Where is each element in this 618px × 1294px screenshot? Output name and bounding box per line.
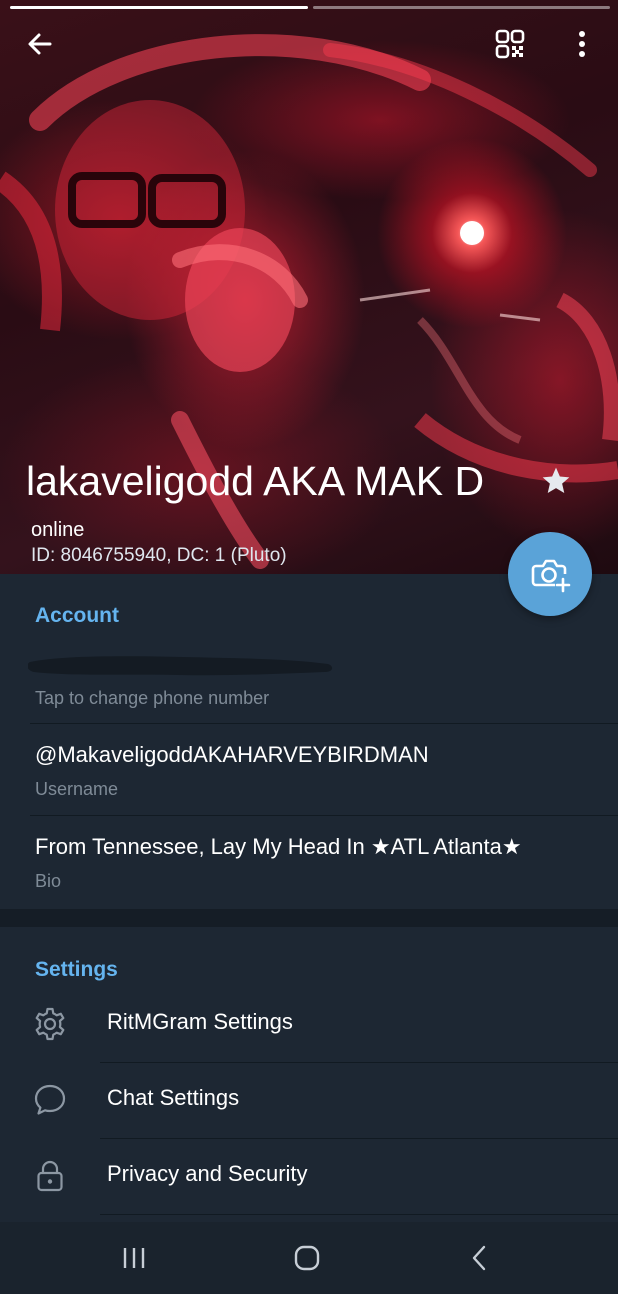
settings-item-privacy[interactable]: Privacy and Security [0,1138,618,1214]
settings-section-title: Settings [35,958,118,981]
settings-item-label: Chat Settings [107,1085,240,1110]
phone-hint: Tap to change phone number [35,688,270,708]
arrow-left-icon [28,33,52,55]
divider [30,723,618,724]
more-options-button[interactable] [562,24,602,64]
settings-item-label: Privacy and Security [107,1161,308,1186]
gear-icon [31,1005,69,1043]
set-photo-button[interactable] [508,532,592,616]
back-button[interactable] [20,24,60,64]
redacted-phone-number [28,656,333,676]
lock-icon [31,1157,69,1195]
online-status: online [31,519,85,541]
story-progress-bars [10,6,610,9]
home-button[interactable] [287,1238,327,1278]
qr-code-icon [495,29,525,59]
display-name: lakaveligodd AKA MAK D [26,458,485,504]
profile-screen: lakaveligodd AKA MAK D online ID: 804675… [0,0,618,1294]
profile-photo-header[interactable]: lakaveligodd AKA MAK D online ID: 804675… [0,0,618,574]
settings-item-label: RitMGram Settings [107,1009,293,1034]
nav-back-button[interactable] [460,1238,500,1278]
account-section: Account Tap to change phone number @Maka… [0,574,618,909]
bio-label: Bio [35,871,62,891]
bio-value: From Tennessee, Lay My Head In ★ATL Atla… [35,834,522,859]
display-name-row: lakaveligodd AKA MAK D [26,456,572,506]
settings-item-ritmgram[interactable]: RitMGram Settings [0,986,618,1062]
account-section-title: Account [35,604,119,627]
username-value: @MakaveligoddAKAHARVEYBIRDMAN [35,742,429,767]
star-icon[interactable] [540,465,572,497]
system-navigation-bar [0,1222,618,1294]
camera-add-icon [531,559,571,593]
chat-bubble-icon [31,1081,69,1119]
recent-apps-button[interactable] [114,1238,154,1278]
story-bar-active [10,6,308,9]
divider [30,815,618,816]
settings-section: Settings RitMGram Settings Chat Settings [0,927,618,1224]
more-vertical-icon [579,31,585,57]
recent-apps-icon [123,1248,145,1268]
user-id-line: ID: 8046755940, DC: 1 (Pluto) [31,545,287,566]
username-label: Username [35,779,119,799]
story-bar [312,6,610,9]
divider [100,1214,618,1215]
nav-back-icon [472,1245,486,1271]
home-icon [294,1245,320,1271]
qr-code-button[interactable] [490,24,530,64]
settings-item-chat[interactable]: Chat Settings [0,1062,618,1138]
section-separator [0,909,618,927]
